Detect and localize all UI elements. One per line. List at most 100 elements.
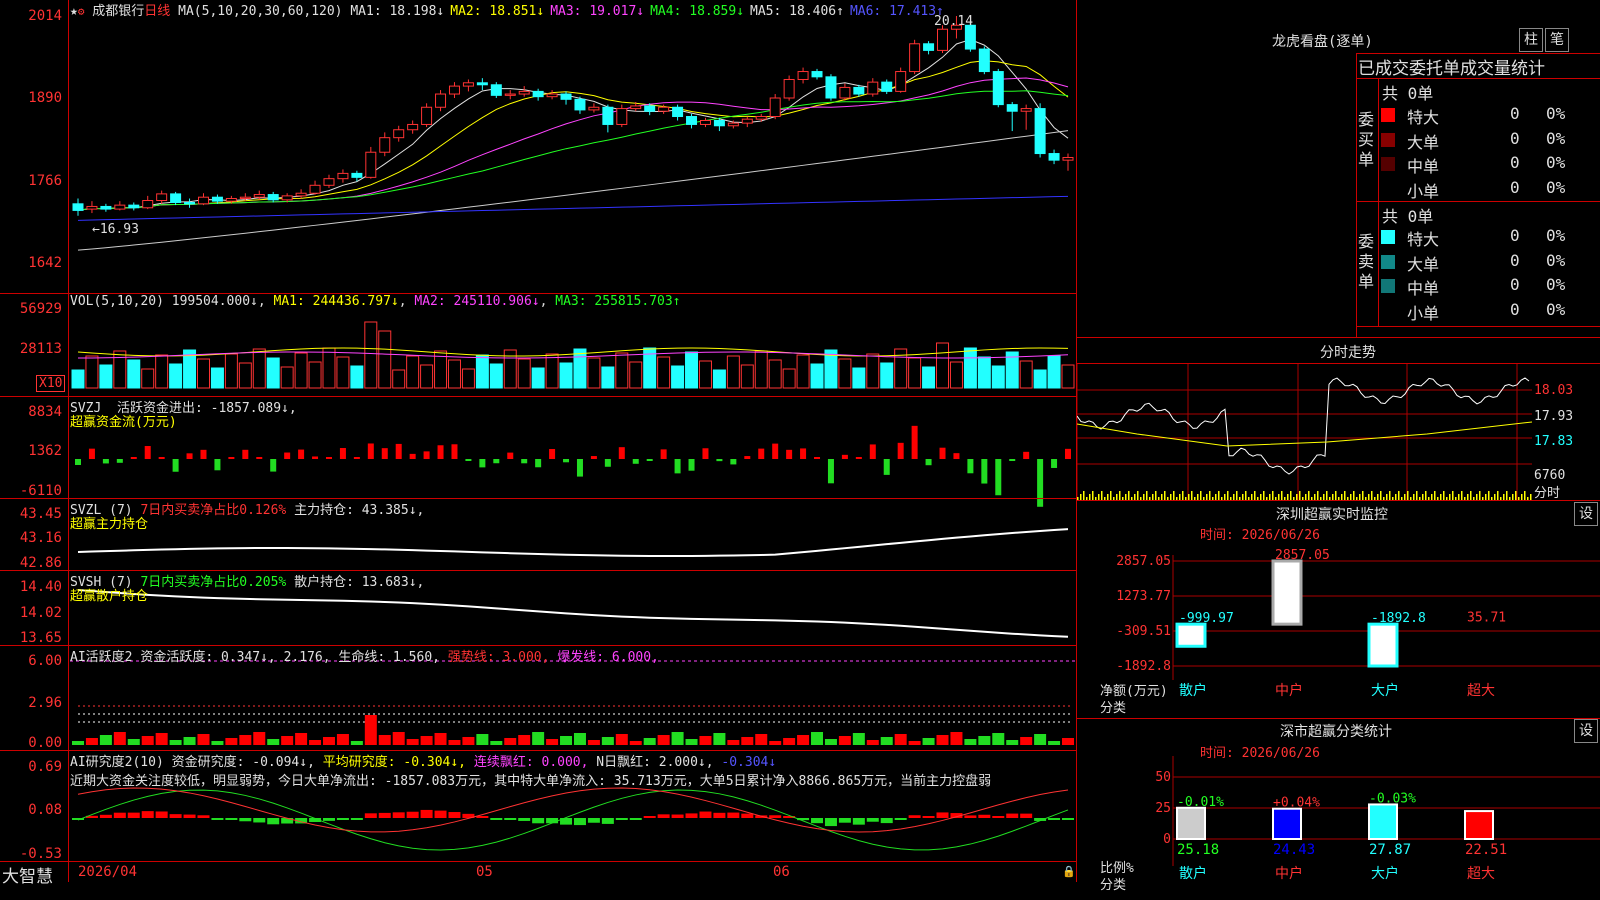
candle-body xyxy=(574,98,586,111)
dragon-tiger-title: 龙虎看盘(逐单) xyxy=(1272,34,1373,50)
tick-view-button[interactable]: 笔 xyxy=(1545,28,1569,52)
intraday-volume-bar xyxy=(1227,491,1229,500)
fund-flow-bar xyxy=(339,448,346,459)
buy-row-count: 0 xyxy=(1510,177,1520,197)
ma-value-3: MA3: 19.017↓ xyxy=(550,4,645,19)
intraday-volume-bar xyxy=(1407,491,1409,500)
month-06-label: 06 xyxy=(773,864,790,880)
research-curve-green xyxy=(77,789,1069,851)
fund-flow-bar xyxy=(883,459,890,475)
research-bar xyxy=(155,811,168,818)
intraday-volume-bar xyxy=(1299,491,1301,500)
volume-bar xyxy=(657,356,671,389)
monitor-settings-button[interactable]: 设 xyxy=(1574,502,1598,526)
volume-bar xyxy=(113,350,127,389)
intraday-volume-bar xyxy=(1272,491,1274,500)
fund-flow-bar xyxy=(102,459,109,464)
buy-row-name: 中单 xyxy=(1407,157,1440,176)
volume-bar xyxy=(880,362,894,389)
volume-bar xyxy=(866,353,880,389)
activity-bar xyxy=(406,739,419,745)
ma-line-20 xyxy=(77,77,1069,211)
activity-bar xyxy=(336,734,349,745)
intraday-volume-bar xyxy=(1137,491,1139,500)
star-icon[interactable]: ★ xyxy=(70,4,78,19)
stats-value-label: 22.51 xyxy=(1465,842,1507,858)
activity-bar xyxy=(685,739,698,745)
period-label[interactable]: 日线 xyxy=(144,4,170,19)
volume-bar xyxy=(531,367,545,389)
activity-bar xyxy=(281,736,294,745)
volume-bar xyxy=(573,348,587,389)
buy-color-swatch xyxy=(1381,132,1395,147)
svzl-axis-2: 43.16 xyxy=(19,530,62,546)
candle-body xyxy=(672,106,684,118)
activity-bar xyxy=(741,737,754,745)
fund-flow-bar xyxy=(939,447,946,459)
intraday-volume-bar xyxy=(1362,491,1364,500)
intraday-volume-bar xyxy=(1083,491,1085,500)
buy-total: 共 0单 xyxy=(1382,84,1434,103)
fund-flow-bar xyxy=(576,459,583,477)
volume-bar xyxy=(587,357,601,389)
ai2-axis-2: 0.08 xyxy=(28,802,62,818)
activity-bar xyxy=(964,739,977,745)
research-bar xyxy=(1062,818,1074,820)
stats-change-label: -0.03% xyxy=(1369,791,1416,806)
lock-icon[interactable]: 🔒 xyxy=(1062,865,1076,878)
volume-bar xyxy=(949,361,963,389)
ai2-header: AI研究度2(10) 资金研究度: -0.094↓, 平均研究度: -0.304… xyxy=(70,755,777,770)
activity-bar xyxy=(769,741,782,745)
buy-color-swatch xyxy=(1381,157,1395,171)
research-bar xyxy=(741,813,754,818)
activity-bar xyxy=(169,740,182,745)
intraday-chart[interactable] xyxy=(1077,364,1600,500)
fund-flow-bar xyxy=(116,459,123,463)
research-bar xyxy=(587,818,600,823)
intraday-volume-bar xyxy=(1515,491,1517,500)
monitor-category-label: 中户 xyxy=(1275,682,1303,699)
volume-bar xyxy=(838,358,852,389)
intraday-volume-bar xyxy=(1245,491,1247,500)
fund-flow-bar xyxy=(995,459,1002,496)
buy-row-name: 小单 xyxy=(1407,181,1440,201)
bar-view-button[interactable]: 柱 xyxy=(1519,28,1543,52)
candle-body xyxy=(699,119,711,125)
fund-flow-bar xyxy=(786,449,793,459)
svzj-axis-2: 1362 xyxy=(28,443,62,459)
stats-bar xyxy=(1176,806,1206,840)
activity-bar xyxy=(225,738,238,745)
volume-bar xyxy=(517,358,531,389)
volume-bar xyxy=(726,355,740,389)
buy-row-pct: 0% xyxy=(1546,153,1566,172)
buy-row-pct: 0% xyxy=(1546,128,1566,148)
fund-flow-bar xyxy=(1065,448,1071,459)
stats-settings-button[interactable]: 设 xyxy=(1574,719,1598,743)
research-bar xyxy=(769,815,782,818)
research-bar xyxy=(420,809,433,818)
fund-flow-bar xyxy=(284,452,291,459)
volume-bar xyxy=(685,351,699,389)
sell-row-pct: 0% xyxy=(1546,275,1566,294)
volume-bar xyxy=(392,369,406,389)
settings-icon[interactable]: ⚙ xyxy=(78,5,85,18)
activity-bar xyxy=(811,732,824,745)
intraday-axis-2: 17.93 xyxy=(1534,409,1574,424)
research-bar xyxy=(573,818,586,826)
ma-line-60 xyxy=(77,130,1069,251)
volume-bar xyxy=(127,359,141,389)
fund-flow-bar xyxy=(1023,451,1030,459)
volume-bar xyxy=(294,352,308,389)
activity-bar xyxy=(713,733,726,745)
ma-value-1: MA1: 18.198↓ xyxy=(350,4,445,19)
intraday-axis-1: 18.03 xyxy=(1534,383,1574,398)
activity-bar xyxy=(908,741,921,745)
fund-flow-bar xyxy=(409,453,416,459)
candle-body xyxy=(253,194,265,198)
svzj-subtitle: 超赢资金流(万元) xyxy=(70,415,177,430)
candle-body xyxy=(379,137,391,153)
activity-bar xyxy=(504,738,517,745)
candle-body xyxy=(211,196,223,202)
activity-bar xyxy=(518,735,531,745)
stats-chart: 7550250-0.01%25.18散户+0.04%24.43中户-0.03%2… xyxy=(1155,756,1600,882)
